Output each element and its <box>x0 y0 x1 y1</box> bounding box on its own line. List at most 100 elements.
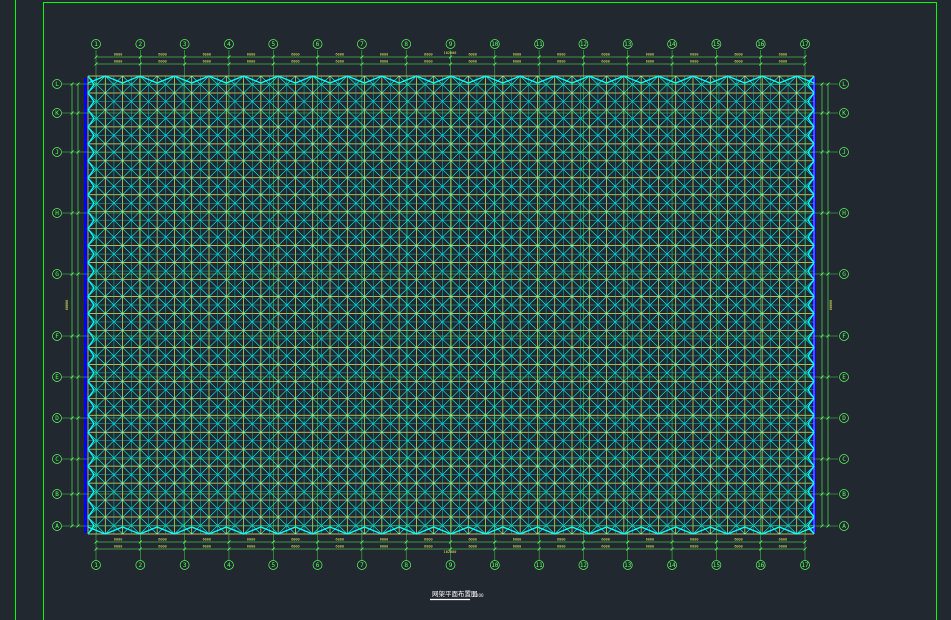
svg-text:12: 12 <box>580 562 588 569</box>
column-axis-bubble-16: 16 <box>755 39 766 49</box>
svg-text:7: 7 <box>360 41 364 48</box>
svg-text:H: H <box>842 210 846 217</box>
dim-segment-label: 6000 <box>690 538 698 542</box>
dim-segment-label: 6000 <box>158 60 166 64</box>
dim-segment-label: 6000 <box>424 545 432 549</box>
svg-text:E: E <box>55 374 59 381</box>
column-axis-bubble-14: 14 <box>667 560 677 570</box>
dim-segment-label: 6000 <box>779 60 787 64</box>
svg-text:F: F <box>842 333 846 340</box>
svg-text:6: 6 <box>316 41 320 48</box>
svg-text:K: K <box>842 110 846 117</box>
svg-text:G: G <box>55 271 59 278</box>
bottom-total-dimension: 102000 <box>444 550 457 554</box>
column-axis-bubble-10: 10 <box>489 39 500 49</box>
dim-segment-label: 6000 <box>690 545 698 549</box>
dim-segment-label: 6000 <box>646 53 654 57</box>
svg-text:C: C <box>842 456 846 463</box>
dim-segment-label: 6000 <box>291 60 299 64</box>
svg-text:G: G <box>842 271 846 278</box>
dim-segment-label: 6000 <box>203 53 211 57</box>
dim-segment-label: 6000 <box>513 545 521 549</box>
svg-text:B: B <box>842 491 846 498</box>
column-axis-bubble-17: 17 <box>800 560 810 570</box>
top-total-dimension: 102000 <box>444 51 457 55</box>
svg-text:C: C <box>55 456 59 463</box>
dim-segment-label: 6000 <box>203 60 211 64</box>
dim-segment-label: 6000 <box>468 538 476 542</box>
dim-segment-label: 6000 <box>690 53 698 57</box>
dim-segment-label: 6000 <box>291 538 299 542</box>
svg-text:1: 1 <box>94 41 98 48</box>
svg-text:15: 15 <box>713 41 721 48</box>
dim-segment-label: 6000 <box>557 545 565 549</box>
dim-segment-label: 6000 <box>557 53 565 57</box>
dim-segment-label: 6000 <box>513 53 521 57</box>
right-total-dimension: 60000 <box>829 300 833 311</box>
svg-text:D: D <box>842 415 846 422</box>
svg-text:A: A <box>842 523 846 530</box>
dim-segment-label: 6000 <box>468 545 476 549</box>
svg-text:A: A <box>55 523 59 530</box>
dim-segment-label: 6000 <box>601 545 609 549</box>
svg-text:14: 14 <box>668 562 676 569</box>
dim-segment-label: 6000 <box>114 60 122 64</box>
dim-segment-label: 6000 <box>247 53 255 57</box>
dim-segment-label: 6000 <box>734 53 742 57</box>
dim-segment-label: 6000 <box>158 538 166 542</box>
dim-segment-label: 6000 <box>646 538 654 542</box>
svg-text:11: 11 <box>536 41 544 48</box>
svg-text:L: L <box>55 81 59 88</box>
svg-text:B: B <box>55 491 59 498</box>
column-axis-bubble-14: 14 <box>667 39 677 49</box>
svg-text:15: 15 <box>713 562 721 569</box>
svg-text:2: 2 <box>139 41 143 48</box>
dim-segment-label: 6000 <box>468 60 476 64</box>
svg-text:16: 16 <box>757 41 765 48</box>
dim-segment-label: 6000 <box>336 60 344 64</box>
dim-segment-label: 6000 <box>424 60 432 64</box>
svg-text:17: 17 <box>801 562 809 569</box>
svg-text:10: 10 <box>491 41 499 48</box>
column-axis-bubble-15: 15 <box>711 560 722 570</box>
svg-text:13: 13 <box>624 41 632 48</box>
svg-text:1: 1 <box>94 562 98 569</box>
dim-segment-label: 6000 <box>380 53 388 57</box>
dim-segment-label: 6000 <box>203 538 211 542</box>
dim-segment-label: 6000 <box>779 538 787 542</box>
dim-segment-label: 6000 <box>734 538 742 542</box>
column-axis-bubble-11: 11 <box>534 39 544 49</box>
drawing-title: 网架平面布置图 <box>432 589 478 598</box>
svg-text:F: F <box>55 333 59 340</box>
support-edge-left <box>84 78 87 533</box>
svg-text:12: 12 <box>580 41 588 48</box>
dim-segment-label: 6000 <box>114 53 122 57</box>
dim-segment-label: 6000 <box>158 545 166 549</box>
svg-text:7: 7 <box>360 562 364 569</box>
svg-text:D: D <box>55 415 59 422</box>
dim-segment-label: 6000 <box>424 53 432 57</box>
dim-segment-label: 6000 <box>601 60 609 64</box>
dim-segment-label: 6000 <box>247 545 255 549</box>
dim-segment-label: 6000 <box>158 53 166 57</box>
column-axis-bubble-13: 13 <box>622 560 633 570</box>
cad-drawing-viewport[interactable]: 6000 6000 6000 6000 6000 6000 6000 6000 6000 6000… <box>0 0 951 620</box>
column-axis-bubble-16: 16 <box>755 560 766 570</box>
dim-segment-label: 6000 <box>779 545 787 549</box>
column-axis-bubble-12: 12 <box>578 560 589 570</box>
dim-segment-label: 6000 <box>336 53 344 57</box>
column-axis-bubble-15: 15 <box>711 39 722 49</box>
dim-segment-label: 6000 <box>114 538 122 542</box>
dim-segment-label: 6000 <box>601 53 609 57</box>
dim-segment-label: 6000 <box>247 538 255 542</box>
svg-text:16: 16 <box>757 562 765 569</box>
dim-segment-label: 6000 <box>203 545 211 549</box>
dim-segment-label: 6000 <box>336 538 344 542</box>
column-axis-bubble-10: 10 <box>489 560 500 570</box>
dim-segment-label: 6000 <box>114 545 122 549</box>
column-axis-bubble-12: 12 <box>578 39 589 49</box>
dim-segment-label: 6000 <box>513 538 521 542</box>
dim-segment-label: 6000 <box>734 545 742 549</box>
dim-segment-label: 6000 <box>646 545 654 549</box>
dim-segment-label: 6000 <box>247 60 255 64</box>
